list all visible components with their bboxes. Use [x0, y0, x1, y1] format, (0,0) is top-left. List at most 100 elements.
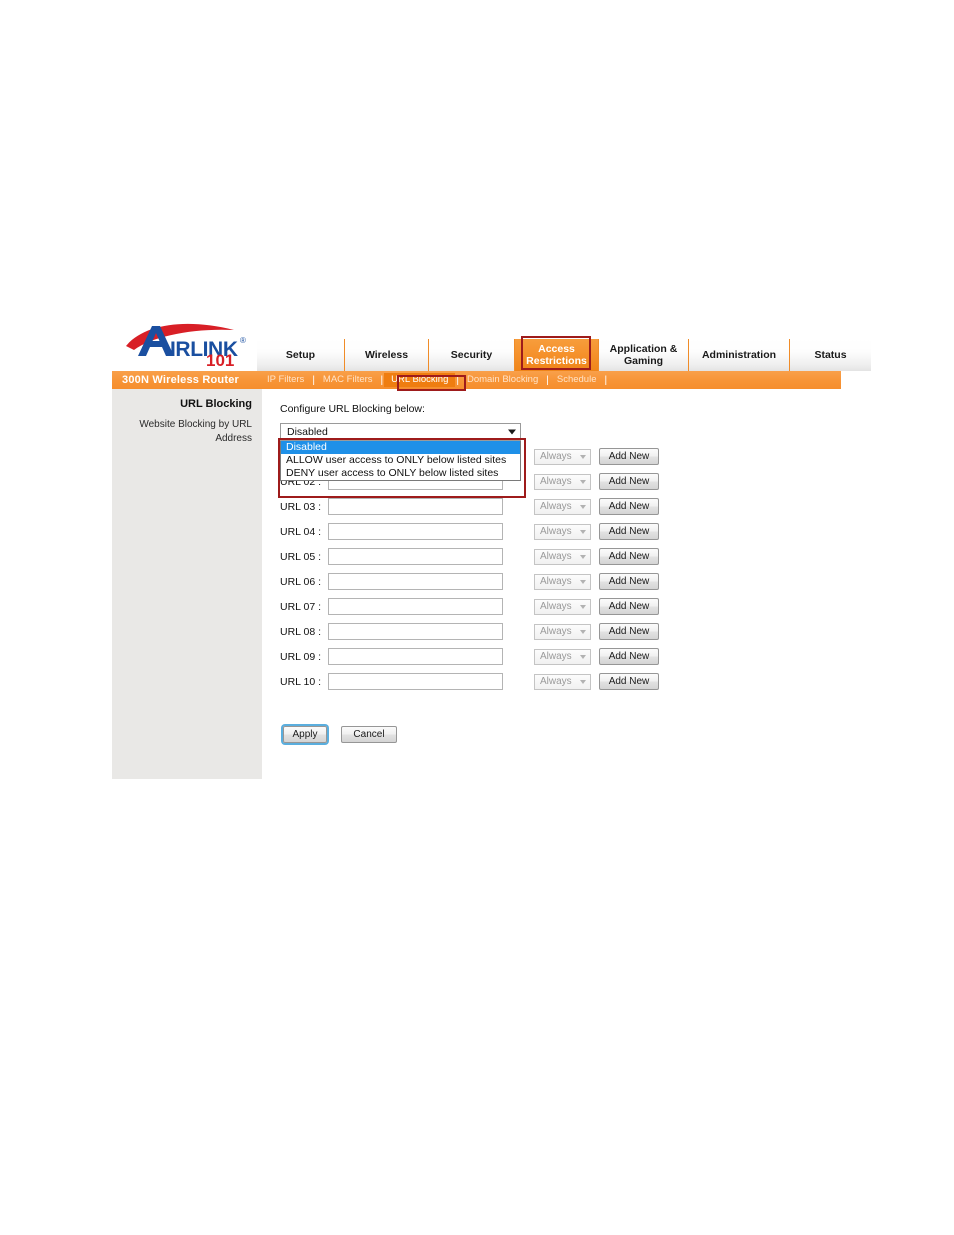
tab-wireless-label: Wireless	[364, 348, 409, 361]
url-row-label: URL 03 :	[280, 500, 322, 513]
router-model-name: 300N Wireless Router	[122, 374, 240, 386]
url-blocking-mode-wrapper: Disabled Disabled ALLOW user access to O…	[280, 423, 521, 481]
url-row: URL 05 : Always Add New	[280, 544, 841, 569]
tab-administration[interactable]: Administration	[689, 339, 790, 371]
mode-option-deny[interactable]: DENY user access to ONLY below listed si…	[281, 467, 520, 480]
schedule-select-value: Always	[540, 501, 572, 512]
subtab-url-blocking[interactable]: URL Blocking	[384, 373, 456, 387]
chevron-down-icon	[580, 579, 586, 584]
url-row-label: URL 04 :	[280, 525, 322, 538]
url-row-label: URL 07 :	[280, 600, 322, 613]
apply-button[interactable]: Apply	[283, 726, 327, 743]
url-rows-list: URL 01 : Always Add New URL 02 : Always	[280, 444, 841, 694]
schedule-select-value: Always	[540, 576, 572, 587]
schedule-select[interactable]: Always	[534, 623, 591, 640]
add-new-button[interactable]: Add New	[599, 498, 659, 515]
schedule-select-value: Always	[540, 551, 572, 562]
tab-application-gaming-label: Application & Gaming	[609, 342, 678, 367]
url-input[interactable]	[328, 498, 503, 515]
page-root: IRLINK ® 101 Setup Wireless Security Acc…	[0, 0, 954, 1235]
add-new-button[interactable]: Add New	[599, 448, 659, 465]
header-row: IRLINK ® 101 Setup Wireless Security Acc…	[112, 312, 871, 371]
form-action-buttons: Apply Cancel	[280, 726, 841, 743]
url-row: URL 08 : Always Add New	[280, 619, 841, 644]
content-panel: Configure URL Blocking below: Disabled D…	[262, 389, 841, 779]
page-title: URL Blocking	[180, 398, 252, 410]
tab-status[interactable]: Status	[790, 339, 871, 371]
body-row: URL Blocking Website Blocking by URL Add…	[112, 389, 841, 779]
url-input[interactable]	[328, 598, 503, 615]
url-row-label: URL 05 :	[280, 550, 322, 563]
tab-setup[interactable]: Setup	[257, 339, 345, 371]
schedule-select-value: Always	[540, 526, 572, 537]
schedule-select[interactable]: Always	[534, 498, 591, 515]
chevron-down-icon	[580, 554, 586, 559]
schedule-select-value: Always	[540, 476, 572, 487]
tab-status-label: Status	[814, 348, 847, 361]
url-input[interactable]	[328, 673, 503, 690]
subnav-separator: |	[604, 374, 608, 386]
svg-text:101: 101	[206, 351, 234, 366]
schedule-select-value: Always	[540, 676, 572, 687]
subtab-ip-filters[interactable]: IP Filters	[260, 373, 311, 387]
url-row-label: URL 08 :	[280, 625, 322, 638]
tab-security-label: Security	[450, 348, 493, 361]
add-new-button[interactable]: Add New	[599, 548, 659, 565]
subtab-mac-filters[interactable]: MAC Filters	[316, 373, 380, 387]
tab-administration-label: Administration	[701, 348, 777, 361]
schedule-select-value: Always	[540, 451, 572, 462]
subtab-domain-blocking[interactable]: Domain Blocking	[460, 373, 545, 387]
url-input[interactable]	[328, 573, 503, 590]
schedule-select[interactable]: Always	[534, 548, 591, 565]
schedule-select[interactable]: Always	[534, 523, 591, 540]
tab-application-gaming[interactable]: Application & Gaming	[599, 339, 689, 371]
url-row: URL 09 : Always Add New	[280, 644, 841, 669]
tab-access-restrictions[interactable]: Access Restrictions	[515, 339, 599, 371]
schedule-select-value: Always	[540, 626, 572, 637]
add-new-button[interactable]: Add New	[599, 523, 659, 540]
url-row: URL 03 : Always Add New	[280, 494, 841, 519]
sidebar-panel: URL Blocking Website Blocking by URL Add…	[112, 389, 262, 779]
main-tab-bar: Setup Wireless Security Access Restricti…	[257, 339, 871, 371]
schedule-select[interactable]: Always	[534, 573, 591, 590]
configure-label: Configure URL Blocking below:	[280, 403, 425, 415]
url-row: URL 07 : Always Add New	[280, 594, 841, 619]
schedule-select[interactable]: Always	[534, 448, 591, 465]
schedule-select[interactable]: Always	[534, 673, 591, 690]
url-input[interactable]	[328, 623, 503, 640]
url-row: URL 06 : Always Add New	[280, 569, 841, 594]
mode-option-allow[interactable]: ALLOW user access to ONLY below listed s…	[281, 454, 520, 467]
schedule-select[interactable]: Always	[534, 598, 591, 615]
chevron-down-icon	[508, 429, 516, 435]
chevron-down-icon	[580, 529, 586, 534]
mode-option-disabled[interactable]: Disabled	[281, 441, 520, 454]
url-input[interactable]	[328, 648, 503, 665]
tab-access-restrictions-label: Access Restrictions	[526, 342, 587, 367]
sub-nav-bar: 300N Wireless Router IP Filters | MAC Fi…	[112, 371, 841, 389]
chevron-down-icon	[580, 479, 586, 484]
url-input[interactable]	[328, 548, 503, 565]
schedule-select-value: Always	[540, 601, 572, 612]
add-new-button[interactable]: Add New	[599, 473, 659, 490]
add-new-button[interactable]: Add New	[599, 648, 659, 665]
url-row-label: URL 06 :	[280, 575, 322, 588]
tab-wireless[interactable]: Wireless	[345, 339, 429, 371]
add-new-button[interactable]: Add New	[599, 573, 659, 590]
tab-security[interactable]: Security	[429, 339, 515, 371]
tab-setup-label: Setup	[285, 348, 316, 361]
schedule-select[interactable]: Always	[534, 648, 591, 665]
chevron-down-icon	[580, 604, 586, 609]
cancel-button[interactable]: Cancel	[341, 726, 397, 743]
url-input[interactable]	[328, 523, 503, 540]
subtab-schedule[interactable]: Schedule	[550, 373, 604, 387]
add-new-button[interactable]: Add New	[599, 623, 659, 640]
add-new-button[interactable]: Add New	[599, 598, 659, 615]
url-blocking-mode-select[interactable]: Disabled	[280, 423, 521, 441]
schedule-select[interactable]: Always	[534, 473, 591, 490]
chevron-down-icon	[580, 629, 586, 634]
svg-text:®: ®	[240, 336, 246, 345]
url-blocking-mode-value: Disabled	[287, 426, 328, 438]
add-new-button[interactable]: Add New	[599, 673, 659, 690]
url-row: URL 04 : Always Add New	[280, 519, 841, 544]
airlink-101-logo: IRLINK ® 101	[124, 316, 252, 366]
